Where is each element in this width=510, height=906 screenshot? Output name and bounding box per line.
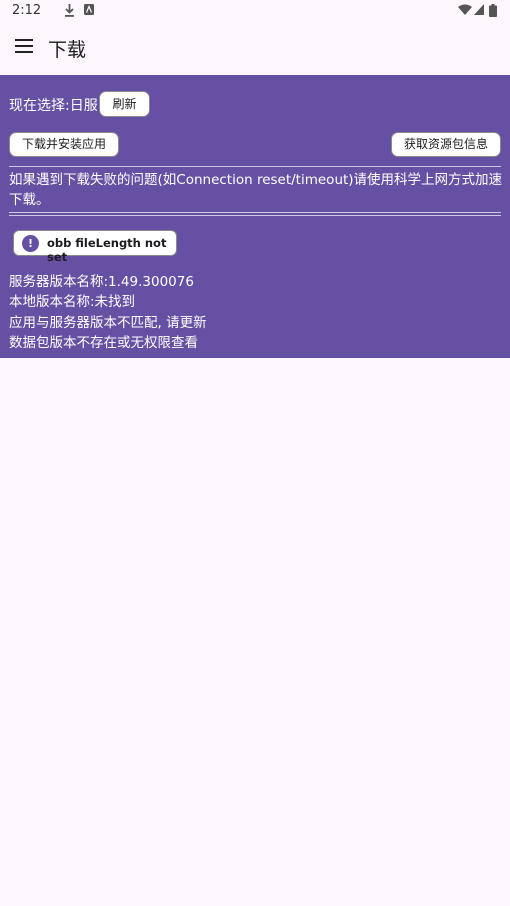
server-version-text: 服务器版本名称:1.49.300076: [9, 274, 194, 290]
download-failure-notice: 如果遇到下载失败的问题(如Connection reset/timeout)请使…: [9, 172, 503, 208]
status-time: 2:12: [12, 3, 42, 18]
status-bar: 2:12: [0, 0, 510, 22]
download-panel: 现在选择:日服 刷新 下载并安装应用 获取资源包信息 如果遇到下载失败的问题(如…: [0, 75, 510, 358]
signal-icon: [474, 4, 484, 15]
local-version-text: 本地版本名称:未找到: [9, 294, 136, 310]
menu-icon[interactable]: [15, 39, 33, 53]
fetch-resource-info-button[interactable]: 获取资源包信息: [391, 132, 501, 157]
divider: [9, 166, 501, 167]
app-notification-icon: [84, 4, 94, 15]
refresh-button[interactable]: 刷新: [99, 91, 150, 117]
download-install-button[interactable]: 下载并安装应用: [9, 132, 119, 157]
divider: [9, 212, 501, 213]
page-title: 下载: [48, 39, 87, 61]
error-chip-label: obb fileLength not set: [47, 236, 167, 264]
battery-icon: [489, 4, 497, 17]
data-package-status-text: 数据包版本不存在或无权限查看: [9, 335, 198, 351]
server-selection-label: 现在选择:日服: [9, 98, 98, 114]
download-icon: [65, 4, 74, 17]
version-mismatch-text: 应用与服务器版本不匹配, 请更新: [9, 315, 207, 331]
error-chip[interactable]: ! obb fileLength not set: [13, 230, 177, 264]
app-bar: 下载: [0, 22, 510, 74]
exclamation-icon: !: [22, 235, 39, 252]
wifi-icon: [458, 4, 472, 15]
divider: [9, 215, 501, 216]
